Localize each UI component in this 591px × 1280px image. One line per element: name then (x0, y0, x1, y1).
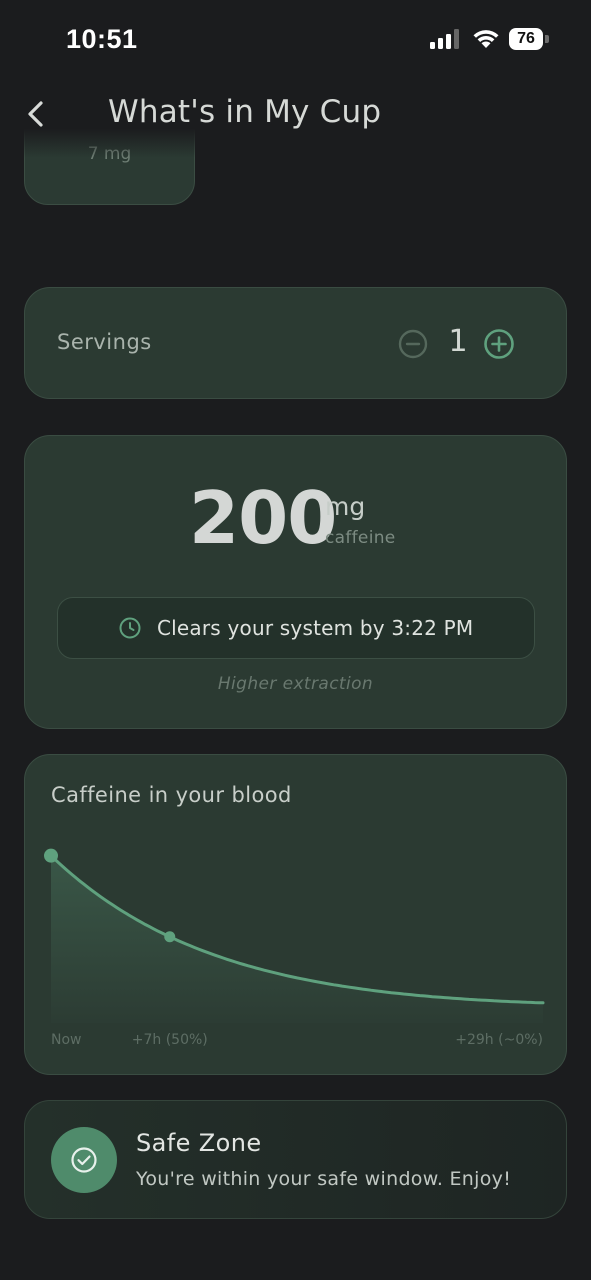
chart-tick-label: +29h (~0%) (455, 1032, 543, 1048)
chart-point (164, 931, 176, 943)
check-circle-icon (71, 1147, 97, 1173)
servings-label: Servings (57, 330, 152, 354)
battery-tip (545, 35, 549, 43)
caffeine-amount: 200 (189, 476, 337, 560)
safe-zone-badge (51, 1127, 117, 1193)
back-button[interactable] (20, 94, 56, 134)
chevron-left-icon (28, 101, 43, 127)
safe-zone-title: Safe Zone (136, 1129, 262, 1157)
servings-card: Servings 1 (24, 287, 567, 399)
page-title: What's in My Cup (108, 94, 382, 130)
plus-circle-icon[interactable] (483, 328, 515, 360)
status-bar: 10:51 76 (0, 0, 591, 80)
minus-circle-icon[interactable] (398, 329, 428, 359)
clears-system-text: Clears your system by 3:22 PM (157, 616, 474, 640)
clears-system-pill: Clears your system by 3:22 PM (57, 597, 535, 659)
battery-icon: 76 (509, 28, 543, 50)
chart-point (44, 848, 58, 863)
chart-tick-label: +7h (50%) (132, 1032, 208, 1048)
screen: 10:51 76 7 mg What's in My Cup Servings … (0, 0, 591, 1280)
chart-tick-label: Now (51, 1032, 82, 1048)
blood-chart-card: Caffeine in your blood Now +7h (50%) +29h … (24, 754, 567, 1075)
caffeine-sub-label: caffeine (325, 528, 396, 548)
signal-icon (430, 29, 459, 49)
safe-zone-message: You're within your safe window. Enjoy! (136, 1168, 512, 1190)
caffeine-unit: mg (325, 492, 366, 521)
servings-count: 1 (448, 324, 468, 359)
clock-icon (119, 617, 141, 639)
wifi-icon (473, 30, 499, 48)
safe-zone-card: Safe Zone You're within your safe window… (24, 1100, 567, 1219)
blood-chart: Now +7h (50%) +29h (~0%) (44, 848, 545, 1048)
extraction-note: Higher extraction (217, 674, 374, 694)
status-time: 10:51 (66, 24, 138, 54)
caffeine-summary-card: 200 mg caffeine Clears your system by 3:… (24, 435, 567, 729)
